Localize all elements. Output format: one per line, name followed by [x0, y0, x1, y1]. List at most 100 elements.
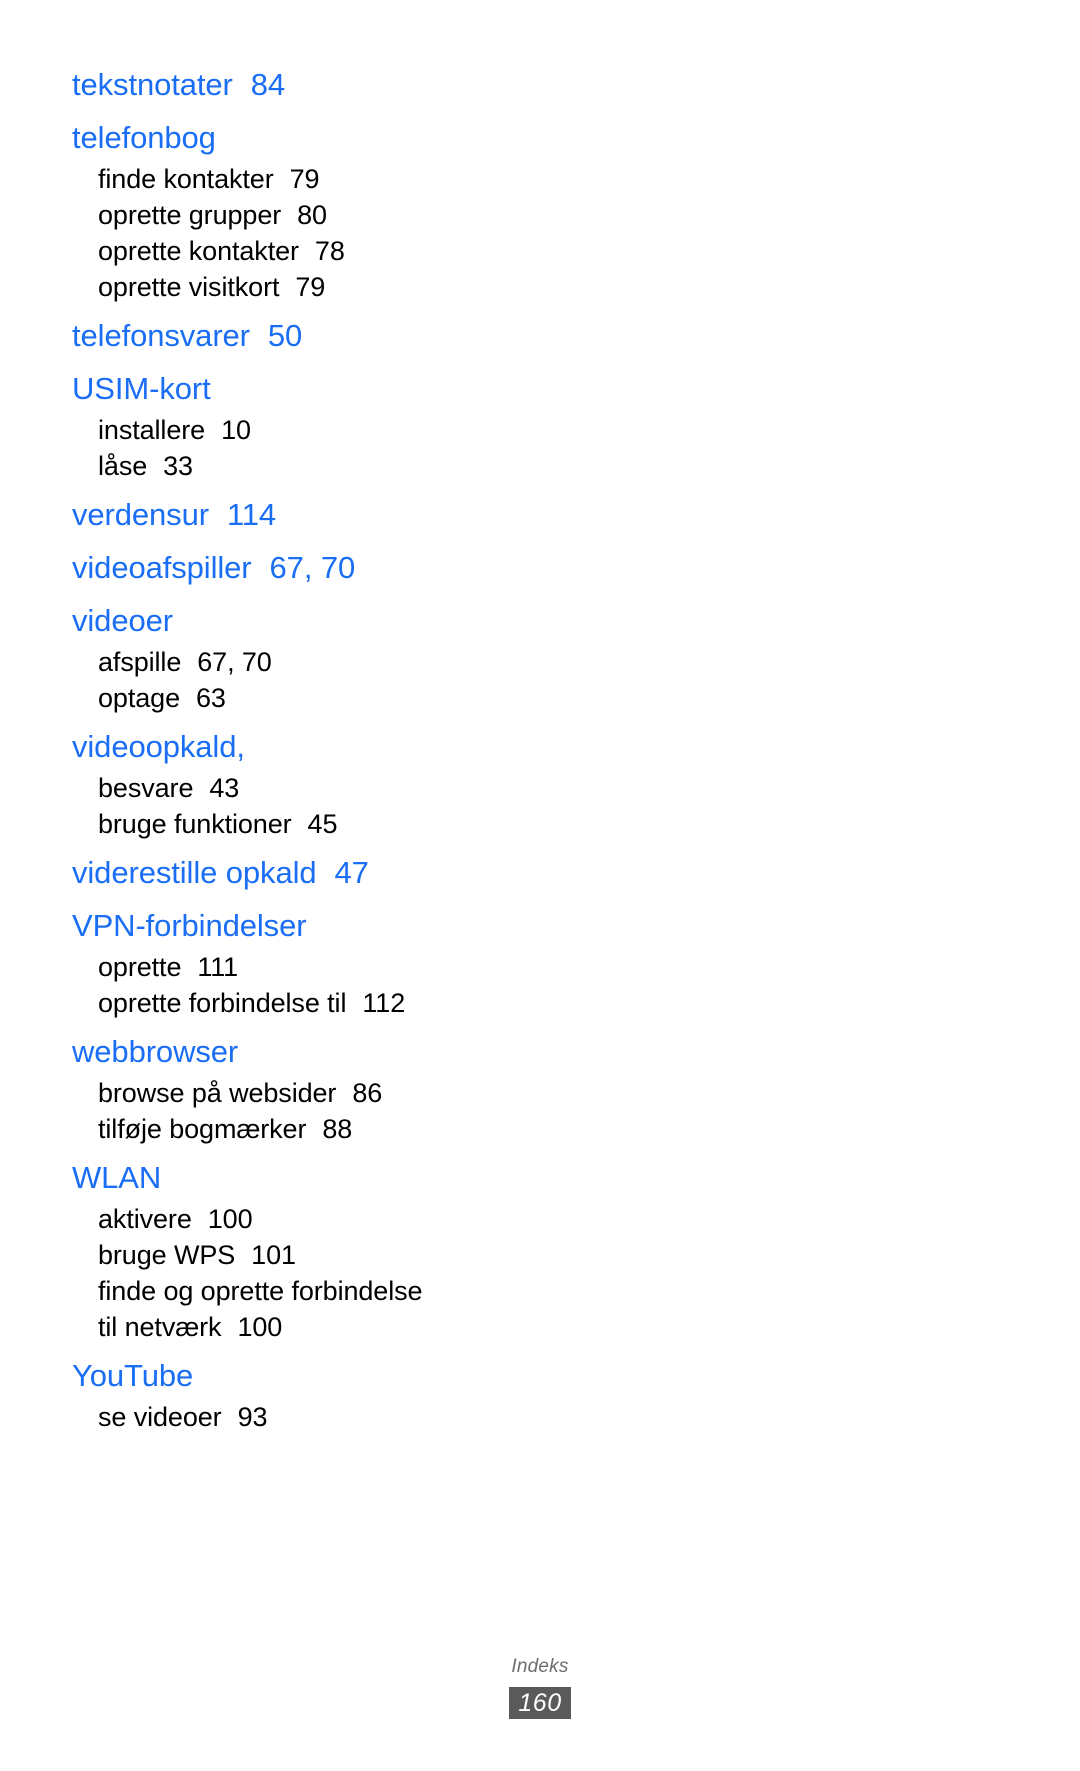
index-group-heading[interactable]: webbrowser — [72, 1029, 632, 1074]
index-subentry-pages: 78 — [314, 236, 345, 266]
index-subentry[interactable]: oprette grupper 80 — [72, 197, 632, 233]
index-subentry-label: bruge funktioner — [98, 809, 292, 839]
index-group-heading[interactable]: videoopkald, — [72, 724, 632, 769]
index-subentry[interactable]: se videoer 93 — [72, 1399, 632, 1435]
index-subentry-pages: 43 — [209, 773, 240, 803]
index-subentry-list: installere 10 låse 33 — [72, 412, 632, 484]
index-group-heading-label: webbrowser — [72, 1034, 239, 1069]
index-group-heading-label: videoer — [72, 603, 173, 638]
index-group-heading-label: telefonbog — [72, 120, 216, 155]
index-group-heading[interactable]: videoer — [72, 598, 632, 643]
index-subentry[interactable]: bruge funktioner 45 — [72, 806, 632, 842]
index-group: viderestille opkald 47 — [72, 850, 632, 895]
index-subentry-list: afspille 67, 70 optage 63 — [72, 644, 632, 716]
footer-section-label: Indeks — [511, 1656, 569, 1677]
index-group-heading-label: WLAN — [72, 1160, 162, 1195]
index-subentry[interactable]: oprette 111 — [72, 949, 632, 985]
index-group-heading-label: VPN-forbindelser — [72, 908, 307, 943]
index-subentry[interactable]: oprette visitkort 79 — [72, 269, 632, 305]
index-subentry-pages: 63 — [195, 683, 226, 713]
index-group-heading[interactable]: WLAN — [72, 1155, 632, 1200]
index-subentry[interactable]: afspille 67, 70 — [72, 644, 632, 680]
index-subentry-pages: 67, 70 — [197, 647, 272, 677]
index-group-heading[interactable]: telefonsvarer 50 — [72, 313, 632, 358]
index-subentry-pages: 80 — [297, 200, 327, 230]
index-subentry-pages: 33 — [163, 451, 193, 481]
index-group-heading-pages: 47 — [334, 855, 369, 890]
index-group: YouTube se videoer 93 — [72, 1353, 632, 1435]
index-group-heading-label: verdensur — [72, 497, 209, 532]
index-group-heading-pages: 84 — [250, 67, 286, 102]
index-subentry-label: oprette visitkort — [98, 272, 280, 302]
index-group-heading[interactable]: YouTube — [72, 1353, 632, 1398]
index-subentry[interactable]: låse 33 — [72, 448, 632, 484]
index-group: tekstnotater 84 — [72, 62, 632, 107]
index-subentry[interactable]: browse på websider 86 — [72, 1075, 632, 1111]
index-group-heading-pages: 67, 70 — [269, 550, 356, 585]
index-group-heading[interactable]: verdensur 114 — [72, 492, 632, 537]
index-subentry[interactable]: oprette forbindelse til 112 — [72, 985, 632, 1021]
index-group-heading-label: YouTube — [72, 1358, 194, 1393]
index-subentry-pages: 79 — [289, 164, 320, 194]
index-group: USIM-kort installere 10 låse 33 — [72, 366, 632, 484]
index-group-heading[interactable]: videoafspiller 67, 70 — [72, 545, 632, 590]
index-subentry-pages: 86 — [352, 1078, 383, 1108]
index-subentry-label: oprette forbindelse til — [98, 988, 347, 1018]
index-group-heading-pages: 50 — [267, 318, 303, 353]
index-group: WLAN aktivere 100 bruge WPS 101 finde og opre… — [72, 1155, 632, 1345]
index-subentry-label: installere — [98, 415, 206, 445]
index-group-heading[interactable]: viderestille opkald 47 — [72, 850, 632, 895]
index-subentry-pages: 10 — [221, 415, 251, 445]
index-group: videoer afspille 67, 70 optage 63 — [72, 598, 632, 716]
index-subentry-list: se videoer 93 — [72, 1399, 632, 1435]
index-group-heading-label: tekstnotater — [72, 67, 233, 102]
index-group: telefonsvarer 50 — [72, 313, 632, 358]
index-group: webbrowser browse på websider 86 tilføje bo… — [72, 1029, 632, 1147]
index-subentry-label: aktivere — [98, 1204, 192, 1234]
index-subentry-pages: 79 — [295, 272, 326, 302]
index-subentry-list: oprette 111 oprette forbindelse til 112 — [72, 949, 632, 1021]
index-group-heading-pages: 114 — [226, 497, 277, 532]
index-subentry-list: besvare 43 bruge funktioner 45 — [72, 770, 632, 842]
index-group-heading[interactable]: tekstnotater 84 — [72, 62, 632, 107]
index-subentry[interactable]: oprette kontakter 78 — [72, 233, 632, 269]
index-subentry-label: oprette kontakter — [98, 236, 299, 266]
index-subentry-label: afspille — [98, 647, 182, 677]
index-subentry[interactable]: besvare 43 — [72, 770, 632, 806]
index-subentry-list: finde kontakter 79 oprette grupper 80 oprett… — [72, 161, 632, 305]
index-group-heading-label: viderestille opkald — [72, 855, 317, 890]
index-group: verdensur 114 — [72, 492, 632, 537]
index-subentry-pages: 45 — [307, 809, 338, 839]
index-group-heading[interactable]: USIM-kort — [72, 366, 632, 411]
index-group-heading[interactable]: telefonbog — [72, 115, 632, 160]
index-subentry-pages: 111 — [197, 952, 239, 982]
index-entry-list: tekstnotater 84 telefonbog finde kontakter 7… — [72, 62, 632, 1441]
index-group: videoafspiller 67, 70 — [72, 545, 632, 590]
index-group-heading-label: videoopkald, — [72, 729, 245, 764]
index-subentry-pages: 101 — [251, 1240, 296, 1270]
index-group: VPN-forbindelser oprette 111 oprette forbin… — [72, 903, 632, 1021]
index-group-heading-label: USIM-kort — [72, 371, 211, 406]
index-group-heading[interactable]: VPN-forbindelser — [72, 903, 632, 948]
index-subentry-label: finde kontakter — [98, 164, 274, 194]
index-group: telefonbog finde kontakter 79 oprette grupp… — [72, 115, 632, 305]
index-subentry[interactable]: installere 10 — [72, 412, 632, 448]
index-subentry-label: låse — [98, 451, 148, 481]
index-subentry[interactable]: bruge WPS 101 — [72, 1237, 632, 1273]
index-subentry-pages: 88 — [322, 1114, 353, 1144]
index-subentry-pages: 100 — [237, 1312, 283, 1342]
index-subentry[interactable]: finde kontakter 79 — [72, 161, 632, 197]
index-subentry-label: browse på websider — [98, 1078, 337, 1108]
index-subentry-label: optage — [98, 683, 180, 713]
index-subentry[interactable]: optage 63 — [72, 680, 632, 716]
index-subentry[interactable]: tilføje bogmærker 88 — [72, 1111, 632, 1147]
index-subentry[interactable]: finde og oprette forbindelse til netværk… — [72, 1273, 632, 1345]
index-subentry-pages: 93 — [237, 1402, 268, 1432]
index-subentry-label: besvare — [98, 773, 194, 803]
page-footer: Indeks 160 — [0, 1655, 1080, 1719]
index-subentry-list: browse på websider 86 tilføje bogmærker 88 — [72, 1075, 632, 1147]
index-group: videoopkald, besvare 43 bruge funktioner 45 — [72, 724, 632, 842]
index-subentry-pages: 100 — [207, 1204, 253, 1234]
index-subentry[interactable]: aktivere 100 — [72, 1201, 632, 1237]
index-group-heading-label: telefonsvarer — [72, 318, 250, 353]
